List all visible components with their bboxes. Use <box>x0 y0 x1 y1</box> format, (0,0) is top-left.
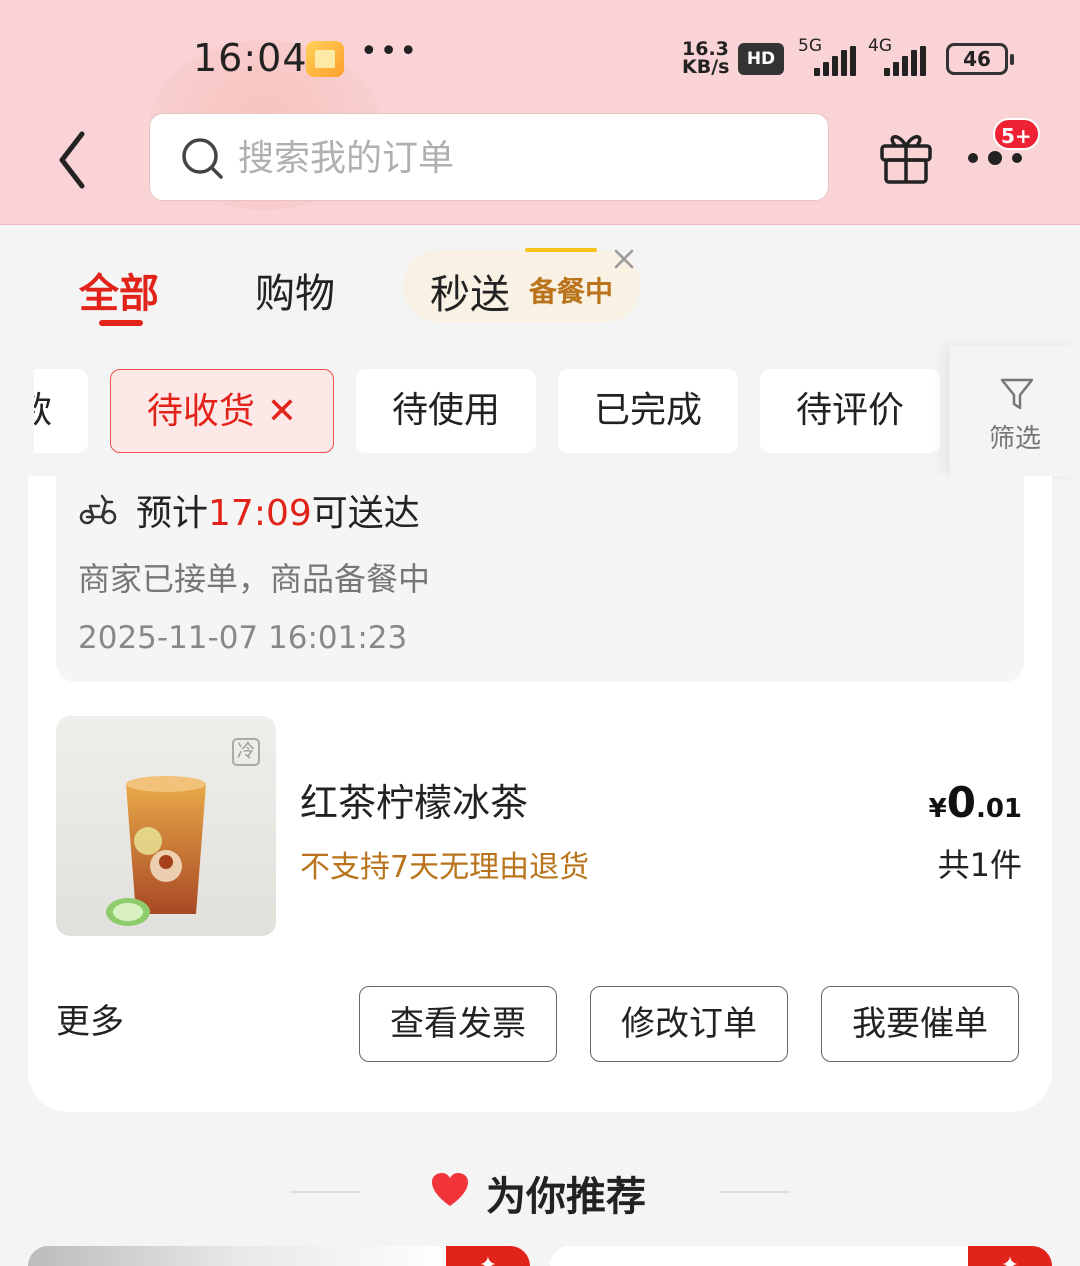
more-actions-link[interactable]: 更多 <box>56 994 124 1043</box>
tab-express-close-button[interactable] <box>611 246 637 272</box>
filter-chip-pending-receipt[interactable]: 待收货 ✕ <box>110 369 334 453</box>
recommend-section: 为你推荐 ✦ ✦ <box>0 1134 1080 1266</box>
tab-express[interactable]: 秒送 备餐中 <box>403 248 641 322</box>
price-integer: 0 <box>946 778 976 827</box>
status-more-dots: ••• <box>360 34 420 69</box>
product-name[interactable]: 红茶柠檬冰茶 <box>300 772 528 827</box>
scooter-icon <box>79 494 117 525</box>
filter-button[interactable]: 筛选 <box>950 346 1080 476</box>
status-filter-bar: 款 待收货 ✕ 待使用 已完成 待评价 筛选 <box>0 346 1080 476</box>
battery-icon: 46 <box>946 43 1014 75</box>
network-speed-unit: KB/s <box>682 56 730 78</box>
search-input[interactable] <box>238 128 798 188</box>
price-decimal: .01 <box>975 794 1022 824</box>
cold-drink-tag: 冷 <box>232 738 260 766</box>
recommend-divider-left <box>290 1191 360 1193</box>
order-type-tabs: 全部 购物 秒送 备餐中 <box>0 226 1080 346</box>
pill-highlight-bar <box>525 248 597 252</box>
filter-label: 筛选 <box>988 424 1041 454</box>
recommend-card[interactable]: ✦ <box>550 1246 1052 1266</box>
product-image[interactable]: 冷 <box>56 716 276 936</box>
filter-chip-pending-receipt-label: 待收货 <box>146 391 255 432</box>
return-policy-note: 不支持7天无理由退货 <box>300 850 590 885</box>
tab-all[interactable]: 全部 <box>79 261 159 319</box>
search-bar[interactable] <box>149 113 829 201</box>
tab-express-status: 备餐中 <box>529 275 614 308</box>
view-invoice-button[interactable]: 查看发票 <box>359 986 557 1062</box>
recommend-title: 为你推荐 <box>486 1174 646 1220</box>
recommend-divider-right <box>720 1191 790 1193</box>
promo-11-11-icon: ✦ <box>968 1246 1052 1266</box>
promo-11-11-icon: ✦ <box>446 1246 530 1266</box>
gift-button[interactable] <box>878 128 934 186</box>
back-button[interactable] <box>50 120 100 200</box>
tab-shopping[interactable]: 购物 <box>255 261 335 319</box>
recommend-card-image <box>28 1246 448 1266</box>
chevron-left-icon <box>59 131 85 189</box>
gift-icon <box>880 135 932 184</box>
clear-filter-icon[interactable]: ✕ <box>267 370 297 454</box>
status-time: 16:04 <box>193 36 308 80</box>
filter-chip-pending-use[interactable]: 待使用 <box>356 369 536 453</box>
network-speed: 16.3 KB/s <box>682 40 730 78</box>
filter-funnel-icon <box>1000 378 1034 410</box>
heart-icon <box>432 1173 468 1206</box>
message-badge: 5+ <box>993 118 1040 150</box>
product-quantity: 共1件 <box>937 846 1022 884</box>
recommend-card-image <box>550 1246 970 1266</box>
notification-app-icon <box>306 41 344 77</box>
eta-suffix: 可送达 <box>311 493 420 534</box>
close-icon <box>614 249 634 269</box>
urge-order-button[interactable]: 我要催单 <box>821 986 1019 1062</box>
order-card[interactable]: 预计17:09可送达 商家已接单，商品备餐中 2025-11-07 16:01:… <box>28 476 1052 1112</box>
hd-icon: HD <box>738 43 784 75</box>
delivery-status-panel[interactable]: 预计17:09可送达 商家已接单，商品备餐中 2025-11-07 16:01:… <box>56 476 1024 682</box>
eta-time: 17:09 <box>208 493 312 534</box>
tab-express-label: 秒送 <box>430 272 510 318</box>
product-price: ¥0.01 <box>929 778 1022 827</box>
eta-prefix: 预计 <box>136 493 209 534</box>
header: 16:04 ••• 16.3 KB/s HD 5G 4G 46 搜索我的订单 5… <box>0 0 1080 225</box>
recommend-card[interactable]: ✦ <box>28 1246 530 1266</box>
order-status-text: 商家已接单，商品备餐中 <box>78 560 431 598</box>
order-timestamp: 2025-11-07 16:01:23 <box>78 620 408 656</box>
filter-chip-completed[interactable]: 已完成 <box>558 369 738 453</box>
eta-text: 预计17:09可送达 <box>136 484 420 536</box>
filter-chip-partial-label: 款 <box>34 390 53 431</box>
tab-active-indicator <box>99 320 143 326</box>
modify-order-button[interactable]: 修改订单 <box>590 986 788 1062</box>
price-currency: ¥ <box>928 794 947 824</box>
filter-chip-partial[interactable]: 款 <box>34 369 88 453</box>
filter-chip-pending-review[interactable]: 待评价 <box>760 369 940 453</box>
search-icon <box>182 138 223 179</box>
